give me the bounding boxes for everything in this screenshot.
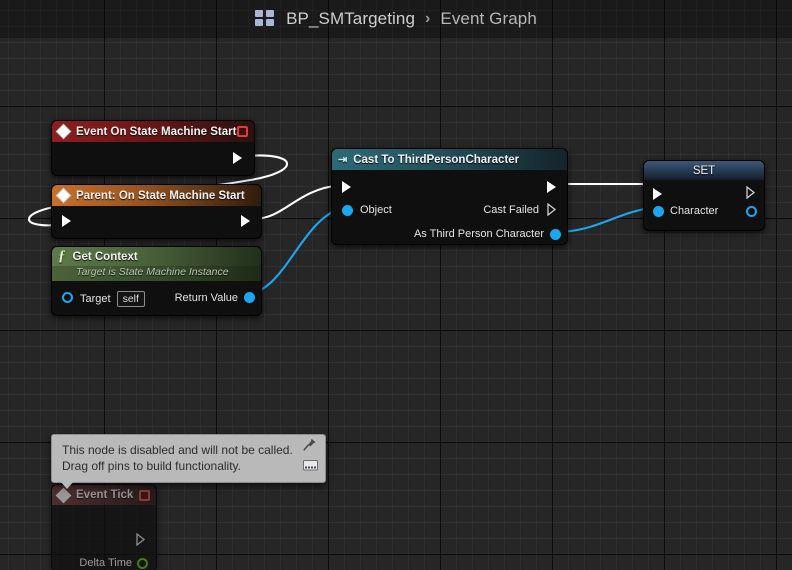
breadcrumb: BP_SMTargeting › Event Graph xyxy=(0,0,792,38)
tooltip-tail xyxy=(60,481,74,489)
node-body: Character xyxy=(644,180,764,230)
exec-output-pin[interactable] xyxy=(746,186,756,199)
tooltip-line-2: Drag off pins to build functionality. xyxy=(62,459,241,473)
cast-arrow-icon: ⇥ xyxy=(338,154,347,166)
node-header[interactable]: Parent: On State Machine Start xyxy=(52,185,261,206)
node-title: SET xyxy=(692,164,716,177)
event-diamond-icon xyxy=(55,187,72,204)
return-value-output-pin[interactable] xyxy=(244,292,255,303)
character-input-pin[interactable] xyxy=(653,206,664,217)
delta-time-pin-label: Delta Time xyxy=(79,557,132,569)
exec-output-pin[interactable] xyxy=(136,533,146,546)
event-diamond-icon xyxy=(55,123,72,140)
delta-time-output-pin[interactable] xyxy=(137,558,148,569)
target-input-pin[interactable] xyxy=(62,292,73,303)
as-third-person-character-output-pin[interactable] xyxy=(550,229,561,240)
disabled-node-tooltip: This node is disabled and will not be ca… xyxy=(51,434,326,489)
node-event-tick[interactable]: Event Tick Delta Time xyxy=(51,484,157,570)
node-body xyxy=(52,206,261,238)
target-self-value[interactable]: self xyxy=(116,291,145,307)
node-header[interactable]: ⇥ Cast To ThirdPersonCharacter xyxy=(332,149,567,170)
node-title: Get Context xyxy=(72,250,138,263)
node-get-context[interactable]: ƒ Get Context Target is State Machine In… xyxy=(51,246,262,316)
node-header[interactable]: SET xyxy=(644,161,764,180)
node-parent-on-state-machine-start[interactable]: Parent: On State Machine Start xyxy=(51,184,262,239)
character-pin-label: Character xyxy=(670,205,719,217)
node-event-on-state-machine-start[interactable]: Event On State Machine Start xyxy=(51,120,255,176)
node-title: Parent: On State Machine Start xyxy=(76,189,245,202)
event-diamond-icon xyxy=(55,487,72,503)
object-pin-label: Object xyxy=(360,204,392,216)
pin-thumbtack-icon[interactable] xyxy=(303,438,321,456)
object-input-pin[interactable] xyxy=(342,205,353,216)
node-body: Delta Time xyxy=(52,505,156,570)
tooltip-icons xyxy=(303,438,321,476)
exec-input-pin[interactable] xyxy=(62,215,71,227)
cast-failed-pin-label: Cast Failed xyxy=(483,204,539,216)
exec-output-then-pin[interactable] xyxy=(547,181,556,193)
function-f-icon: ƒ xyxy=(58,248,66,264)
node-body: Target self Return Value xyxy=(52,281,261,315)
exec-input-pin[interactable] xyxy=(342,181,351,193)
character-output-pin[interactable] xyxy=(746,206,757,217)
node-body xyxy=(52,142,254,175)
cast-failed-exec-pin[interactable] xyxy=(547,203,557,216)
breadcrumb-blueprint-name[interactable]: BP_SMTargeting xyxy=(286,9,415,29)
node-title: Event On State Machine Start xyxy=(76,125,237,138)
node-cast-to-third-person-character[interactable]: ⇥ Cast To ThirdPersonCharacter Object Ca… xyxy=(331,148,568,245)
exec-output-pin[interactable] xyxy=(233,152,242,164)
return-value-pin-label: Return Value xyxy=(174,292,238,304)
node-title: Cast To ThirdPersonCharacter xyxy=(353,153,520,166)
as-third-person-character-pin-label: As Third Person Character xyxy=(413,228,544,240)
event-delegate-pin[interactable] xyxy=(139,489,150,501)
tooltip-line-1: This node is disabled and will not be ca… xyxy=(62,443,293,457)
exec-output-pin[interactable] xyxy=(241,215,250,227)
keyboard-icon[interactable] xyxy=(303,458,321,476)
chevron-right-icon: › xyxy=(425,10,431,27)
breadcrumb-graph-name[interactable]: Event Graph xyxy=(440,9,537,29)
blueprint-graph-canvas[interactable]: Event On State Machine Start Parent: On … xyxy=(0,0,792,570)
event-delegate-pin[interactable] xyxy=(237,126,248,137)
exec-input-pin[interactable] xyxy=(653,188,662,200)
node-title: Event Tick xyxy=(76,489,134,501)
node-header[interactable]: ƒ Get Context xyxy=(52,247,261,266)
node-set-character[interactable]: SET Character xyxy=(643,160,765,231)
node-body: Object Cast Failed As Third Person Chara… xyxy=(332,170,567,244)
blueprint-grid-icon xyxy=(255,10,277,28)
target-pin-label: Target xyxy=(80,293,111,305)
node-subtitle: Target is State Machine Instance xyxy=(52,266,261,281)
node-header[interactable]: Event On State Machine Start xyxy=(52,121,254,142)
